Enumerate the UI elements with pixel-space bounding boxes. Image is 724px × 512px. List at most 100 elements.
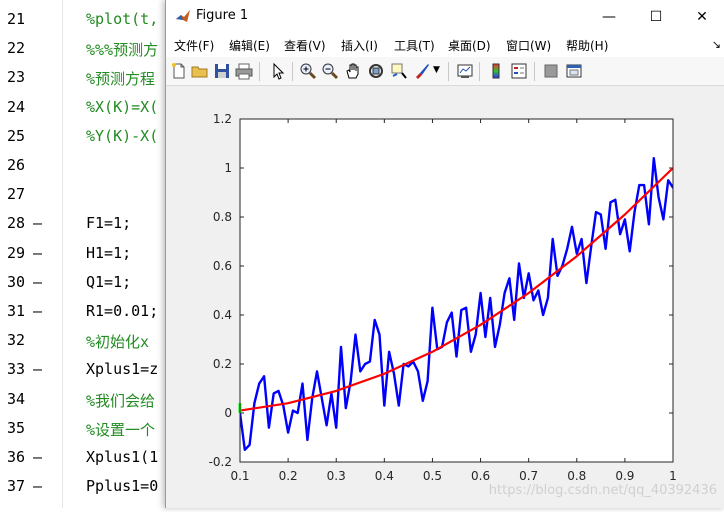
line-number: 34 xyxy=(7,389,26,408)
print-icon[interactable] xyxy=(235,62,253,80)
pan-icon[interactable] xyxy=(344,62,362,80)
menu-view[interactable]: 查看(V) xyxy=(284,37,326,54)
code-comment[interactable]: %初始化x xyxy=(86,331,149,352)
line-number: 37 xyxy=(7,477,26,496)
zoom-in-icon[interactable] xyxy=(299,62,317,80)
line-number: 31 xyxy=(7,302,26,320)
code-comment[interactable]: %设置一个 xyxy=(86,419,155,440)
gutter-separator xyxy=(62,0,63,508)
y-tick-label: 0.8 xyxy=(213,210,232,224)
breakpoint-marker[interactable]: — xyxy=(33,302,42,320)
line-number: 21 xyxy=(7,10,26,28)
menu-overflow-icon[interactable]: ↘ xyxy=(712,38,721,51)
x-tick-label: 0.8 xyxy=(567,469,586,483)
hide-plot-tools-icon[interactable] xyxy=(542,62,560,80)
title-bar[interactable]: Figure 1 — ☐ ✕ xyxy=(166,0,724,33)
new-figure-icon[interactable] xyxy=(170,62,188,80)
breakpoint-marker[interactable]: — xyxy=(33,448,42,466)
legend-icon[interactable] xyxy=(510,62,528,80)
pointer-icon[interactable] xyxy=(269,62,287,80)
y-tick-label: 0.6 xyxy=(213,259,232,273)
toolbar-separator xyxy=(292,62,293,81)
toolbar-separator xyxy=(259,62,260,81)
maximize-button[interactable]: ☐ xyxy=(633,0,679,33)
line-number: 26 xyxy=(7,156,26,174)
close-icon: ✕ xyxy=(696,8,708,25)
matlab-logo-icon xyxy=(176,10,190,22)
code-comment[interactable]: %Y(K)-X( xyxy=(86,127,158,145)
menu-edit[interactable]: 编辑(E) xyxy=(229,37,270,54)
menu-help[interactable]: 帮助(H) xyxy=(566,37,608,54)
code-comment[interactable]: %我们会给 xyxy=(86,390,155,411)
y-tick-label: 0.2 xyxy=(213,357,232,371)
data-cursor-icon[interactable] xyxy=(390,62,408,80)
line-number: 28 xyxy=(7,214,26,233)
line-number: 35 xyxy=(7,418,26,437)
code-comment[interactable]: %plot(t, xyxy=(86,10,158,28)
x-tick-label: 0.4 xyxy=(375,469,394,483)
x-tick-label: 0.1 xyxy=(230,469,249,483)
menu-insert[interactable]: 插入(I) xyxy=(341,37,378,54)
line-number: 22 xyxy=(7,39,26,58)
x-tick-label: 0.9 xyxy=(615,469,634,483)
breakpoint-marker[interactable]: — xyxy=(33,477,42,495)
zoom-out-icon[interactable] xyxy=(321,62,339,80)
y-tick-label: 1 xyxy=(224,161,232,175)
breakpoint-marker[interactable]: — xyxy=(33,273,42,291)
line-number: 33 xyxy=(7,360,26,379)
x-tick-label: 0.6 xyxy=(471,469,490,483)
code-line[interactable]: Pplus1=0 xyxy=(86,477,158,495)
line-number: 27 xyxy=(7,185,26,204)
save-icon[interactable] xyxy=(213,62,231,80)
line-number: 25 xyxy=(7,126,26,145)
breakpoint-marker[interactable]: — xyxy=(33,214,42,232)
axes[interactable]: 0.1 0.2 0.3 0.4 0.5 0.6 0.7 0.8 0.9 1 -0.2 0 0.2 0.4 0… xyxy=(166,86,724,508)
code-line[interactable]: Q1=1; xyxy=(86,273,131,291)
minimize-button[interactable]: — xyxy=(586,0,632,33)
code-line[interactable]: Xplus1(1 xyxy=(86,448,158,466)
y-tick-label: 1.2 xyxy=(213,112,232,126)
minimize-icon: — xyxy=(602,8,616,25)
menu-window[interactable]: 窗口(W) xyxy=(506,37,551,54)
menu-desktop[interactable]: 桌面(D) xyxy=(448,37,491,54)
show-plot-tools-icon[interactable] xyxy=(565,62,583,80)
toolbar: ▼ xyxy=(166,57,724,86)
menu-tools[interactable]: 工具(T) xyxy=(394,37,435,54)
x-tick-label: 0.5 xyxy=(423,469,442,483)
x-tick-label: 0.2 xyxy=(279,469,298,483)
toolbar-separator xyxy=(479,62,480,81)
line-number: 23 xyxy=(7,68,26,87)
rotate-icon[interactable] xyxy=(367,62,385,80)
figure-window[interactable]: Figure 1 — ☐ ✕ 文件(F) 编辑(E) 查看(V) 插入(I) 工… xyxy=(165,0,724,508)
code-line[interactable]: Xplus1=z xyxy=(86,360,158,378)
menu-file[interactable]: 文件(F) xyxy=(174,37,214,54)
window-title: Figure 1 xyxy=(196,8,249,23)
y-tick-label: -0.2 xyxy=(209,455,232,469)
brush-icon[interactable] xyxy=(413,62,431,80)
y-tick-label: 0 xyxy=(224,406,232,420)
toolbar-separator xyxy=(448,62,449,81)
y-tick-label: 0.4 xyxy=(213,308,232,322)
code-line[interactable]: R1=0.01; xyxy=(86,302,158,320)
code-line[interactable]: H1=1; xyxy=(86,244,131,262)
line-number: 24 xyxy=(7,97,26,116)
code-line[interactable]: F1=1; xyxy=(86,214,131,232)
line-number: 36 xyxy=(7,448,26,466)
menu-bar: 文件(F) 编辑(E) 查看(V) 插入(I) 工具(T) 桌面(D) 窗口(W… xyxy=(166,33,724,57)
breakpoint-marker[interactable]: — xyxy=(33,244,42,262)
colorbar-icon[interactable] xyxy=(487,62,505,80)
figure-canvas[interactable]: 0.1 0.2 0.3 0.4 0.5 0.6 0.7 0.8 0.9 1 -0.2 0 0.2 0.4 0… xyxy=(166,86,724,508)
toolbar-separator xyxy=(534,62,535,81)
code-comment[interactable]: %X(K)=X( xyxy=(86,98,158,116)
breakpoint-marker[interactable]: — xyxy=(33,360,42,378)
open-icon[interactable] xyxy=(191,62,209,80)
close-button[interactable]: ✕ xyxy=(679,0,724,33)
code-comment[interactable]: %%%预测方 xyxy=(86,39,158,60)
line-number: 30 xyxy=(7,272,26,291)
x-tick-label: 0.3 xyxy=(327,469,346,483)
watermark: https://blog.csdn.net/qq_40392436 xyxy=(488,483,717,498)
maximize-icon: ☐ xyxy=(649,8,663,25)
x-tick-label: 0.7 xyxy=(519,469,538,483)
link-plot-icon[interactable] xyxy=(456,62,474,80)
code-comment[interactable]: %预测方程 xyxy=(86,68,155,89)
